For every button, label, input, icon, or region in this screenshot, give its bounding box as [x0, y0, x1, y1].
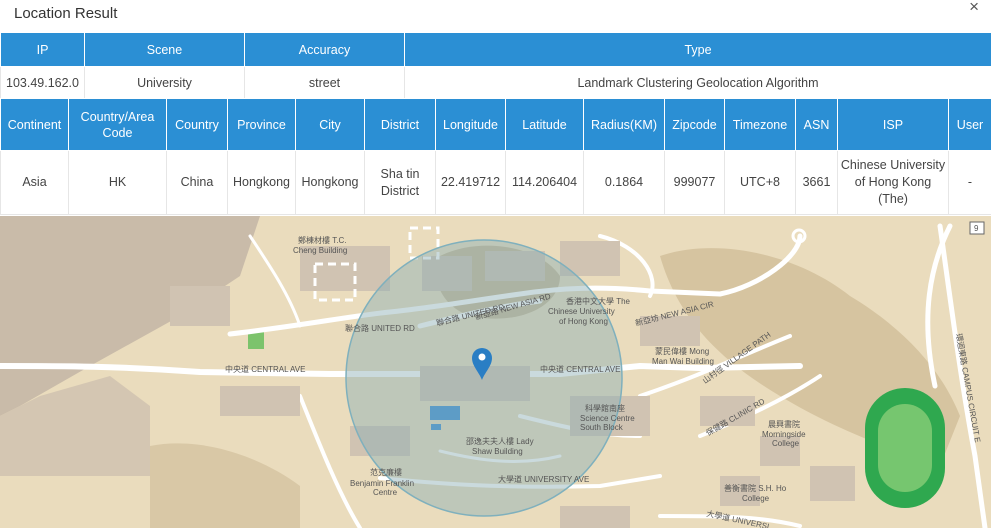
header-continent: Continent	[0, 98, 69, 151]
header-province: Province	[227, 98, 296, 151]
map-canvas[interactable]: 鄭棟材樓 T.C. Cheng Building 聯合路 UNITED RD 聯…	[0, 216, 991, 528]
cell-accuracy: street	[244, 66, 405, 99]
header-scene: Scene	[84, 32, 245, 67]
map-label-franklin-2: Benjamin Franklin	[350, 479, 414, 488]
map-label-morningside-3: College	[772, 439, 800, 448]
map-label-university-ave: 大學道 UNIVERSITY AVE	[498, 474, 589, 484]
location-map[interactable]: 鄭棟材樓 T.C. Cheng Building 聯合路 UNITED RD 聯…	[0, 216, 991, 528]
header-city: City	[295, 98, 365, 151]
cell-type: Landmark Clustering Geolocation Algorith…	[404, 66, 991, 99]
map-label-cuhk-1: 香港中文大學 The	[566, 296, 631, 306]
cell-country: China	[166, 150, 228, 215]
map-label-tc-cheng: 鄭棟材樓 T.C.	[298, 235, 346, 245]
cell-continent: Asia	[0, 150, 69, 215]
cell-user: -	[948, 150, 991, 215]
map-label-cuhk-3: of Hong Kong	[559, 317, 608, 326]
map-label-central-ave-1: 中央道 CENTRAL AVE	[225, 364, 305, 374]
map-label-lady-shaw-1: 邵逸夫夫人樓 Lady	[466, 436, 534, 446]
cell-zipcode: 999077	[664, 150, 725, 215]
cell-province: Hongkong	[227, 150, 296, 215]
cell-district: Sha tin District	[364, 150, 436, 215]
header-isp: ISP	[837, 98, 949, 151]
map-label-sh-ho-1: 善衡書院 S.H. Ho	[724, 483, 787, 493]
cell-country-area-code: HK	[68, 150, 167, 215]
cell-isp: Chinese University of Hong Kong (The)	[837, 150, 949, 215]
header-longitude: Longitude	[435, 98, 506, 151]
header-district: District	[364, 98, 436, 151]
header-asn: ASN	[795, 98, 838, 151]
map-label-central-ave-2: 中央道 CENTRAL AVE	[540, 364, 620, 374]
header-user: User	[948, 98, 991, 151]
header-type: Type	[404, 32, 991, 67]
map-label-sh-ho-2: College	[742, 494, 770, 503]
cell-asn: 3661	[795, 150, 838, 215]
map-label-franklin-3: Centre	[373, 488, 398, 497]
map-label-morningside-2: Morningside	[762, 430, 806, 439]
map-label-science-1: 科學館南座	[585, 403, 625, 413]
header-zipcode: Zipcode	[664, 98, 725, 151]
header-ip: IP	[0, 32, 85, 67]
header-country-area-code: Country/Area Code	[68, 98, 167, 151]
cell-city: Hongkong	[295, 150, 365, 215]
map-label-morningside-1: 晨興書院	[768, 419, 800, 429]
map-label-cuhk-2: Chinese University	[548, 307, 615, 316]
header-timezone: Timezone	[724, 98, 796, 151]
cell-ip: 103.49.162.0	[0, 66, 85, 99]
cell-longitude: 22.419712	[435, 150, 506, 215]
details-table: Continent Country/Area Code Country Prov…	[0, 98, 991, 215]
close-icon[interactable]: ×	[969, 0, 979, 17]
route-9-shield: 9	[969, 221, 985, 235]
map-label-mong-2: Man Wai Building	[652, 357, 714, 366]
map-label-franklin-1: 范克廉樓	[370, 467, 402, 477]
header-country: Country	[166, 98, 228, 151]
summary-data-row: 103.49.162.0 University street Landmark …	[0, 66, 991, 99]
cell-scene: University	[84, 66, 245, 99]
details-header-row: Continent Country/Area Code Country Prov…	[0, 98, 991, 151]
map-sports-field	[878, 404, 932, 492]
window-title: Location Result	[14, 5, 118, 22]
window-titlebar: Location Result ×	[0, 0, 991, 32]
cell-radius: 0.1864	[583, 150, 665, 215]
map-label-mong-1: 蒙民偉樓 Mong	[655, 346, 709, 356]
header-accuracy: Accuracy	[244, 32, 405, 67]
route-9-label: 9	[974, 224, 979, 233]
map-pin-dot	[478, 353, 486, 361]
cell-timezone: UTC+8	[724, 150, 796, 215]
header-latitude: Latitude	[505, 98, 584, 151]
map-label-united-rd-1: 聯合路 UNITED RD	[345, 323, 415, 333]
header-radius: Radius(KM)	[583, 98, 665, 151]
map-label-science-3: South Block	[580, 423, 624, 432]
map-label-lady-shaw-2: Shaw Building	[472, 447, 523, 456]
cell-latitude: 114.206404	[505, 150, 584, 215]
map-label-science-2: Science Centre	[580, 414, 635, 423]
details-data-row: Asia HK China Hongkong Hongkong Sha tin …	[0, 150, 991, 215]
summary-header-row: IP Scene Accuracy Type	[0, 32, 991, 67]
map-label-tc-cheng-2: Cheng Building	[293, 246, 347, 255]
summary-table: IP Scene Accuracy Type 103.49.162.0 Univ…	[0, 32, 991, 99]
